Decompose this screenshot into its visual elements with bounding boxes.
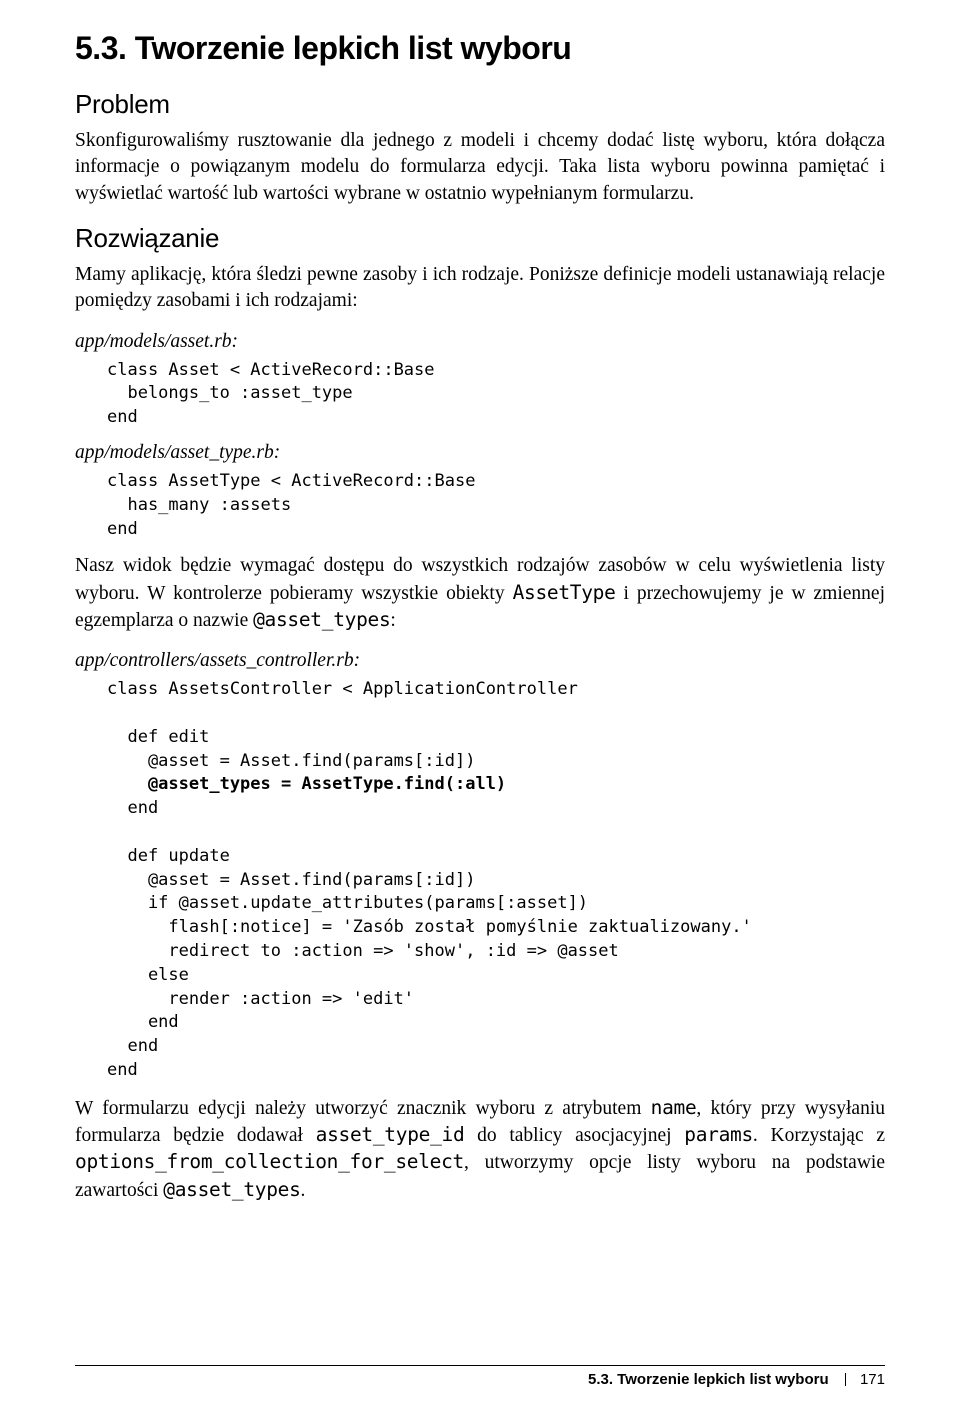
footer-page-number: 171 <box>860 1371 885 1388</box>
para3-c4: options_from_collection_for_select <box>75 1150 464 1173</box>
page: 5.3. Tworzenie lepkich list wyboru Probl… <box>0 0 960 1413</box>
section-title: 5.3. Tworzenie lepkich list wyboru <box>75 30 885 67</box>
para3-c5: @asset_types <box>163 1178 300 1201</box>
para3-c2: asset_type_id <box>316 1123 465 1146</box>
file3-code-a: class AssetsController < ApplicationCont… <box>107 679 578 770</box>
para3-s5: . <box>301 1180 306 1201</box>
footer-divider <box>845 1373 846 1386</box>
para3-s3: . Korzystając z <box>753 1125 885 1146</box>
page-footer: 5.3. Tworzenie lepkich list wyboru 171 <box>75 1365 885 1388</box>
form-paragraph: W formularzu edycji należy utworzyć znac… <box>75 1095 885 1204</box>
para2-post: : <box>390 610 395 631</box>
view-paragraph: Nasz widok będzie wymagać dostępu do wsz… <box>75 553 885 634</box>
file3-path: app/controllers/assets_controller.rb: <box>75 650 885 672</box>
file2-code: class AssetType < ActiveRecord::Base has… <box>107 470 885 541</box>
para2-code2: @asset_types <box>253 608 390 631</box>
footer-title: 5.3. Tworzenie lepkich list wyboru <box>588 1371 829 1388</box>
file1-code: class Asset < ActiveRecord::Base belongs… <box>107 359 885 430</box>
file3-code-b: end def update @asset = Asset.find(param… <box>107 798 752 1080</box>
para3-s2: do tablicy asocjacyjnej <box>464 1125 684 1146</box>
file2-path: app/models/asset_type.rb: <box>75 442 885 464</box>
file3-code: class AssetsController < ApplicationCont… <box>107 678 885 1083</box>
file3-code-bold: @asset_types = AssetType.find(:all) <box>107 774 506 794</box>
para3-c1: name <box>651 1096 697 1119</box>
problem-heading: Problem <box>75 89 885 120</box>
file1-path: app/models/asset.rb: <box>75 331 885 353</box>
problem-text: Skonfigurowaliśmy rusztowanie dla jedneg… <box>75 128 885 207</box>
solution-heading: Rozwiązanie <box>75 223 885 254</box>
para2-code1: AssetType <box>513 581 616 604</box>
para3-c3: params <box>684 1123 753 1146</box>
para3-pre: W formularzu edycji należy utworzyć znac… <box>75 1098 651 1119</box>
solution-intro: Mamy aplikację, która śledzi pewne zasob… <box>75 262 885 315</box>
